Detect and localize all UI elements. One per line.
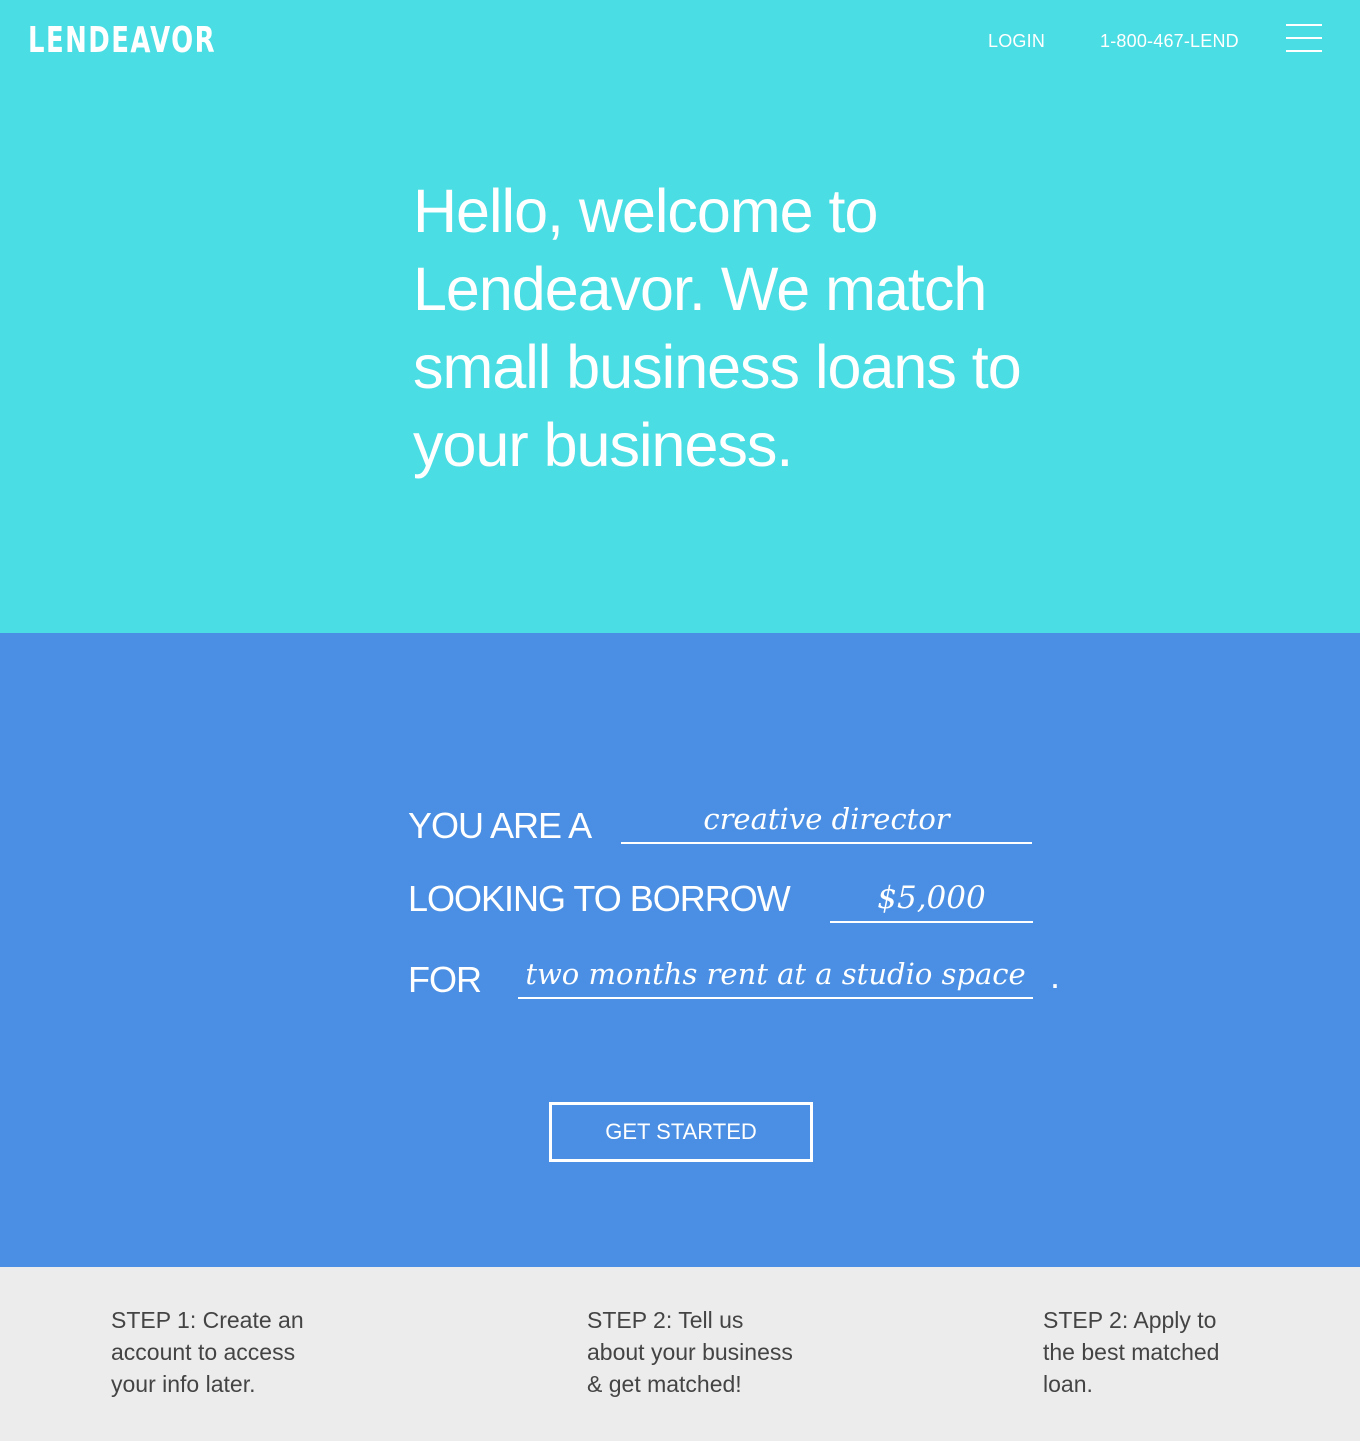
menu-line [1286,37,1322,39]
role-label: YOU ARE A [408,805,592,846]
step-2-text: STEP 2: Tell us about your business & ge… [587,1307,793,1397]
hero-section: LENDEAVOR LOGIN 1-800-467-LEND Hello, we… [0,0,1360,633]
menu-line [1286,24,1322,26]
step-3-text: STEP 2: Apply to the best matched loan. [1043,1307,1220,1397]
purpose-label: FOR [408,959,482,1000]
amount-label: LOOKING TO BORROW [408,878,791,919]
lendeavor-logo[interactable]: LENDEAVOR [28,20,216,61]
amount-input[interactable] [830,875,1033,923]
purpose-input[interactable] [518,951,1033,999]
hamburger-menu-icon[interactable] [1284,24,1324,54]
loan-form-section: YOU ARE A LOOKING TO BORROW FOR . GET ST… [0,633,1360,1267]
hero-headline: Hello, welcome to Lendeavor. We match sm… [413,177,1022,479]
phone-link[interactable]: 1-800-467-LEND [1100,31,1239,52]
steps-section: STEP 1: Create an account to access your… [0,1267,1360,1441]
get-started-button[interactable]: GET STARTED [549,1102,813,1162]
step-1-text: STEP 1: Create an account to access your… [111,1307,304,1397]
role-input[interactable] [621,796,1032,844]
sentence-period: . [1050,955,1061,996]
login-link[interactable]: LOGIN [988,31,1045,52]
menu-line [1286,50,1322,52]
